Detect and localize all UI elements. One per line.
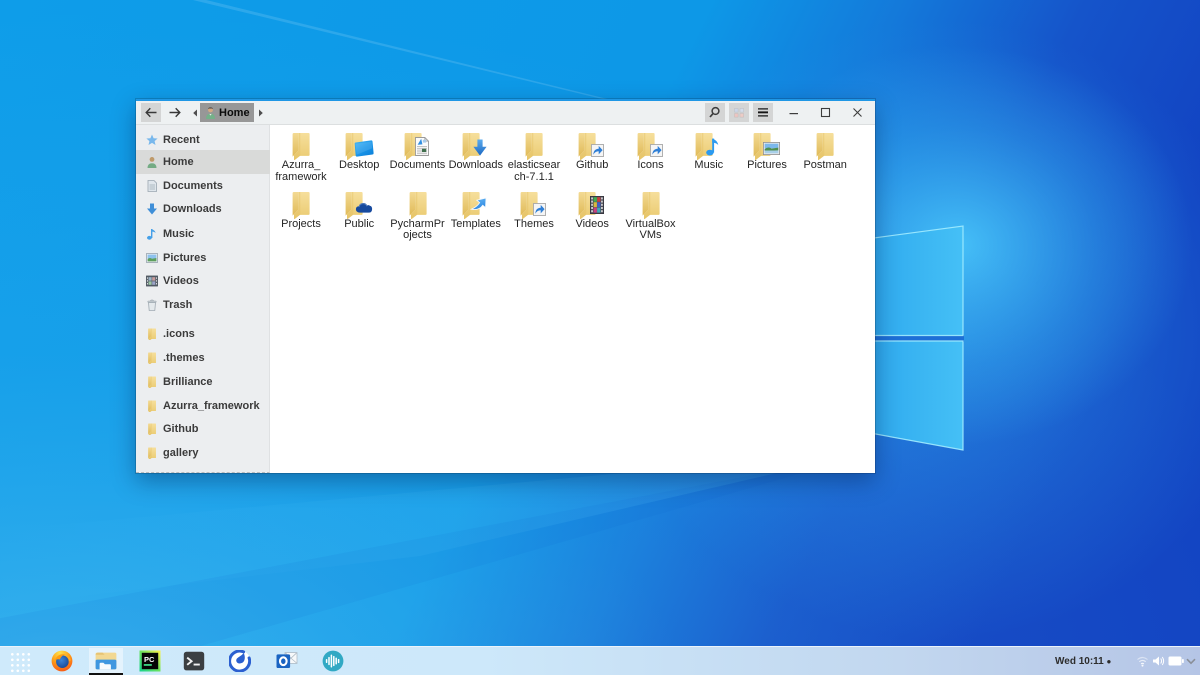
svg-text:PC: PC bbox=[144, 655, 155, 664]
